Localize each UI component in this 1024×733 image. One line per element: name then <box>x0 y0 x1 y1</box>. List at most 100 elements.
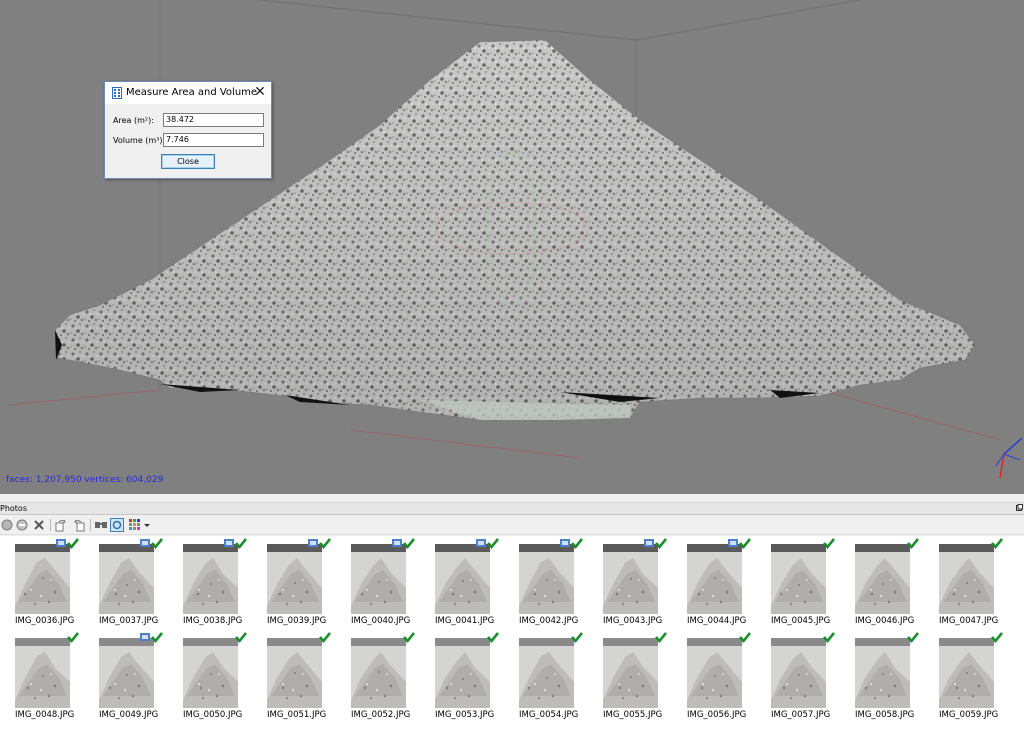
delete-icon[interactable] <box>32 518 46 532</box>
photo-filename: IMG_0037.JPG <box>99 616 159 626</box>
photo-thumbnail[interactable] <box>99 638 154 708</box>
camera-badge-icon <box>140 633 150 641</box>
aligned-check-icon <box>823 632 835 643</box>
photo-thumbnail[interactable] <box>771 638 826 708</box>
photo-item[interactable]: IMG_0046.JPG <box>840 536 924 630</box>
photo-item[interactable]: IMG_0057.JPG <box>756 630 840 724</box>
rotate-right-icon[interactable] <box>72 518 86 532</box>
close-button[interactable]: Close <box>161 154 215 169</box>
photo-filename: IMG_0040.JPG <box>351 616 411 626</box>
photo-grid[interactable]: IMG_0036.JPG IMG_0037.JPG IMG_0038.JPG I… <box>0 536 1024 733</box>
dialog-titlebar[interactable]: Measure Area and Volume ✕ <box>105 82 271 104</box>
photo-thumbnail[interactable] <box>15 544 70 614</box>
photo-item[interactable]: IMG_0058.JPG <box>840 630 924 724</box>
photo-item[interactable]: IMG_0051.JPG <box>252 630 336 724</box>
photo-thumbnail[interactable] <box>855 544 910 614</box>
photo-filename: IMG_0041.JPG <box>435 616 495 626</box>
photo-thumbnail[interactable] <box>351 638 406 708</box>
photo-item[interactable]: IMG_0054.JPG <box>504 630 588 724</box>
photo-filename: IMG_0046.JPG <box>855 616 915 626</box>
photos-toolbar <box>0 515 1024 535</box>
photo-item[interactable]: IMG_0052.JPG <box>336 630 420 724</box>
aligned-check-icon <box>319 632 331 643</box>
photo-filename: IMG_0048.JPG <box>15 710 75 720</box>
camera-badge-icon <box>476 539 486 547</box>
mesh-stats: faces: 1,207,950 vertices: 604,029 <box>6 475 164 485</box>
aligned-check-icon <box>67 538 79 549</box>
panel-splitter[interactable] <box>0 494 1024 503</box>
photo-filename: IMG_0059.JPG <box>939 710 999 720</box>
photo-filename: IMG_0045.JPG <box>771 616 831 626</box>
photo-item[interactable]: IMG_0055.JPG <box>588 630 672 724</box>
photo-item[interactable]: IMG_0049.JPG <box>84 630 168 724</box>
add-photo-icon[interactable] <box>0 518 14 532</box>
aligned-check-icon <box>235 538 247 549</box>
model-viewport[interactable]: faces: 1,207,950 vertices: 604,029 <box>0 0 1024 494</box>
photo-thumbnail[interactable] <box>183 638 238 708</box>
photo-thumbnail[interactable] <box>15 638 70 708</box>
photo-thumbnail[interactable] <box>351 544 406 614</box>
photo-thumbnail[interactable] <box>939 544 994 614</box>
photo-item[interactable]: IMG_0036.JPG <box>0 536 84 630</box>
photo-thumbnail[interactable] <box>603 544 658 614</box>
photo-filename: IMG_0053.JPG <box>435 710 495 720</box>
search-icon[interactable] <box>94 518 108 532</box>
aligned-check-icon <box>487 538 499 549</box>
aligned-check-icon <box>655 632 667 643</box>
photo-thumbnail[interactable] <box>435 544 490 614</box>
volume-label: Volume (m³): <box>113 136 166 145</box>
aligned-check-icon <box>739 538 751 549</box>
thumbnail-view-icon[interactable] <box>128 518 142 532</box>
photo-item[interactable]: IMG_0048.JPG <box>0 630 84 724</box>
aligned-check-icon <box>571 538 583 549</box>
photo-thumbnail[interactable] <box>855 638 910 708</box>
area-field[interactable]: 38.472 <box>163 113 264 127</box>
photo-thumbnail[interactable] <box>771 544 826 614</box>
camera-badge-icon <box>728 539 738 547</box>
aligned-check-icon <box>655 538 667 549</box>
photo-item[interactable]: IMG_0037.JPG <box>84 536 168 630</box>
photo-item[interactable]: IMG_0041.JPG <box>420 536 504 630</box>
volume-field[interactable]: 7.746 <box>163 133 264 147</box>
detail-view-icon[interactable] <box>110 518 124 532</box>
photo-item[interactable]: IMG_0044.JPG <box>672 536 756 630</box>
photo-thumbnail[interactable] <box>687 544 742 614</box>
photo-thumbnail[interactable] <box>603 638 658 708</box>
photo-item[interactable]: IMG_0038.JPG <box>168 536 252 630</box>
photo-thumbnail[interactable] <box>183 544 238 614</box>
remove-icon[interactable] <box>15 518 29 532</box>
photo-filename: IMG_0057.JPG <box>771 710 831 720</box>
photo-filename: IMG_0052.JPG <box>351 710 411 720</box>
photo-item[interactable]: IMG_0059.JPG <box>924 630 1008 724</box>
close-icon[interactable]: ✕ <box>251 84 269 102</box>
photo-item[interactable]: IMG_0039.JPG <box>252 536 336 630</box>
photo-item[interactable]: IMG_0056.JPG <box>672 630 756 724</box>
model-scene[interactable] <box>0 0 1024 494</box>
photo-item[interactable]: IMG_0042.JPG <box>504 536 588 630</box>
photo-item[interactable]: IMG_0045.JPG <box>756 536 840 630</box>
photo-thumbnail[interactable] <box>267 638 322 708</box>
photo-thumbnail[interactable] <box>99 544 154 614</box>
photo-item[interactable]: IMG_0050.JPG <box>168 630 252 724</box>
photo-item[interactable]: IMG_0047.JPG <box>924 536 1008 630</box>
photo-thumbnail[interactable] <box>939 638 994 708</box>
photo-filename: IMG_0055.JPG <box>603 710 663 720</box>
photo-thumbnail[interactable] <box>519 544 574 614</box>
photo-thumbnail[interactable] <box>267 544 322 614</box>
aligned-check-icon <box>403 538 415 549</box>
photo-thumbnail[interactable] <box>435 638 490 708</box>
photo-filename: IMG_0050.JPG <box>183 710 243 720</box>
photo-filename: IMG_0039.JPG <box>267 616 327 626</box>
aligned-check-icon <box>67 632 79 643</box>
rotate-left-icon[interactable] <box>54 518 68 532</box>
dock-icon[interactable] <box>1016 504 1023 512</box>
photo-thumbnail[interactable] <box>519 638 574 708</box>
photo-thumbnail[interactable] <box>687 638 742 708</box>
aligned-check-icon <box>151 632 163 643</box>
photo-item[interactable]: IMG_0043.JPG <box>588 536 672 630</box>
photo-item[interactable]: IMG_0053.JPG <box>420 630 504 724</box>
photo-item[interactable]: IMG_0040.JPG <box>336 536 420 630</box>
aligned-check-icon <box>739 632 751 643</box>
aligned-check-icon <box>319 538 331 549</box>
dropdown-icon[interactable] <box>143 518 151 532</box>
